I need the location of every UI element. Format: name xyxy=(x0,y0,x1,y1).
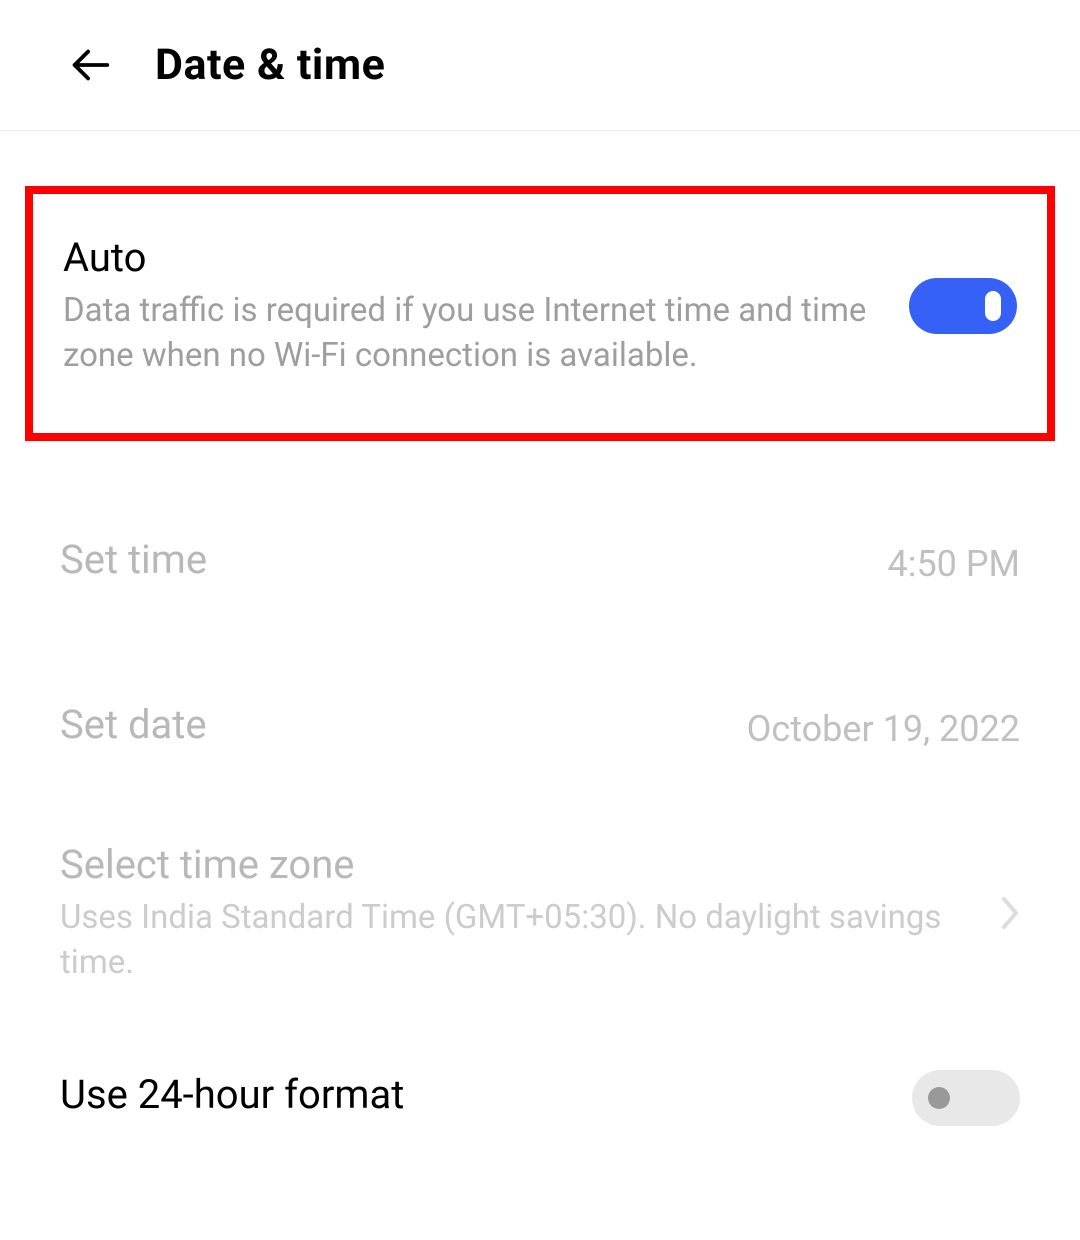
format-24h-toggle[interactable] xyxy=(912,1070,1020,1126)
header: Date & time xyxy=(0,0,1080,131)
auto-setting-highlighted: Auto Data traffic is required if you use… xyxy=(25,186,1055,441)
timezone-row[interactable]: Select time zone Uses India Standard Tim… xyxy=(0,841,1080,985)
auto-setting-row[interactable]: Auto Data traffic is required if you use… xyxy=(63,234,1017,378)
timezone-text: Select time zone Uses India Standard Tim… xyxy=(60,841,980,985)
timezone-description: Uses India Standard Time (GMT+05:30). No… xyxy=(60,896,980,985)
auto-setting-text: Auto Data traffic is required if you use… xyxy=(63,234,909,378)
format-24h-row[interactable]: Use 24-hour format xyxy=(0,1070,1080,1126)
toggle-knob xyxy=(985,291,1001,321)
format-24h-title: Use 24-hour format xyxy=(60,1071,404,1118)
content: Auto Data traffic is required if you use… xyxy=(0,186,1080,1126)
set-time-row[interactable]: Set time 4:50 PM xyxy=(0,536,1080,591)
back-button[interactable] xyxy=(65,40,115,90)
set-date-row[interactable]: Set date October 19, 2022 xyxy=(0,701,1080,756)
auto-setting-description: Data traffic is required if you use Inte… xyxy=(63,289,879,378)
auto-setting-title: Auto xyxy=(63,234,879,281)
set-date-value: October 19, 2022 xyxy=(747,708,1020,750)
toggle-knob xyxy=(928,1087,950,1109)
set-time-value: 4:50 PM xyxy=(888,543,1021,585)
arrow-left-icon xyxy=(67,42,113,88)
timezone-title: Select time zone xyxy=(60,841,980,888)
page-title: Date & time xyxy=(155,40,385,90)
set-date-title: Set date xyxy=(60,701,207,748)
set-time-title: Set time xyxy=(60,536,207,583)
auto-toggle[interactable] xyxy=(909,278,1017,334)
chevron-right-icon xyxy=(1000,895,1020,931)
